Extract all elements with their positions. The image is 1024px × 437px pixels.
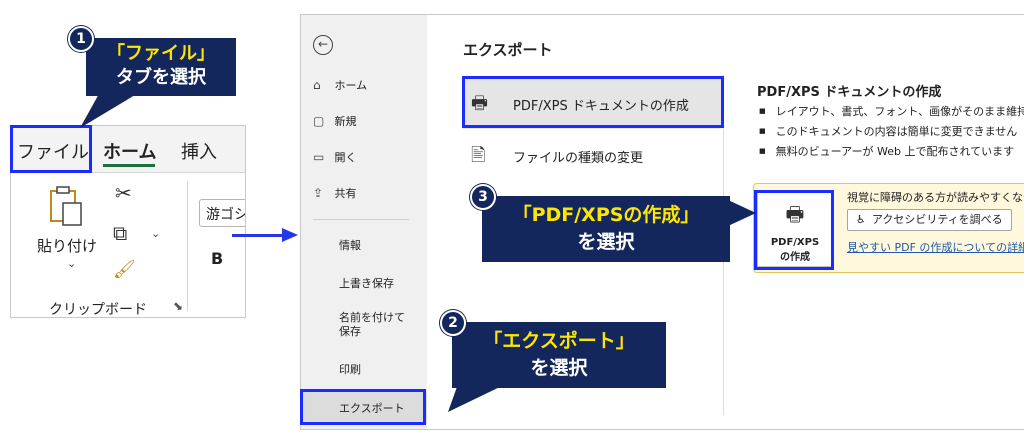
paste-icon[interactable] xyxy=(49,185,85,229)
format-painter-icon[interactable]: 🖌 xyxy=(113,259,136,280)
callout-step2-line2: を選択 xyxy=(530,357,588,379)
callout-step2-pointer xyxy=(448,384,506,412)
accessibility-text: 視覚に障碍のある方が読みやすくなるよう xyxy=(847,191,1024,204)
nav-item-print[interactable]: 印刷 xyxy=(339,361,361,377)
nav-item-share[interactable]: ⇪ 共有 xyxy=(313,185,357,201)
callout-step3-line1: 「PDF/XPSの作成」 xyxy=(512,204,700,226)
highlight-pdf-button xyxy=(754,190,834,270)
list-item: このドキュメントの内容は簡単に変更できません xyxy=(759,121,1024,141)
nav-item-save-as[interactable]: 名前を付けて 保存 xyxy=(339,311,405,339)
group-divider xyxy=(187,181,188,311)
callout-step3: 「PDF/XPSの作成」 を選択 xyxy=(482,196,730,262)
nav-item-label: ホーム xyxy=(334,79,368,92)
active-tab-indicator xyxy=(103,164,155,167)
step3-number-badge: 3 xyxy=(470,184,496,210)
pdf-help-link[interactable]: 見やすい PDF の作成についての詳細を見 xyxy=(847,239,1024,255)
paste-button-label[interactable]: 貼り付け xyxy=(37,235,97,256)
accessibility-icon: ♿ xyxy=(856,213,866,226)
step2-number-badge: 2 xyxy=(440,310,466,336)
ribbon-body: 貼り付け ⌄ ✂ ⧉ ⌄ 🖌 クリップボード ⬊ 游ゴシ B xyxy=(11,172,245,318)
chevron-down-icon[interactable]: ⌄ xyxy=(151,227,160,240)
option-label: ファイルの種類の変更 xyxy=(513,151,644,166)
nav-item-save[interactable]: 上書き保存 xyxy=(339,275,394,291)
pdf-bullet-list: レイアウト、書式、フォント、画像がそのまま維持されます このドキュメントの内容は… xyxy=(759,101,1024,161)
callout-step1-line1: 「ファイル」 xyxy=(107,43,215,64)
bold-button[interactable]: B xyxy=(211,249,223,268)
callout-step2-line1: 「エクスポート」 xyxy=(483,330,635,352)
copy-icon[interactable]: ⧉ xyxy=(113,221,127,245)
check-accessibility-button[interactable]: ♿ アクセシビリティを調べる xyxy=(847,209,1012,231)
nav-item-open[interactable]: ▭ 開く xyxy=(313,149,357,165)
nav-item-label: 開く xyxy=(334,151,357,164)
back-arrow-icon[interactable]: ← xyxy=(313,35,333,55)
highlight-export-nav xyxy=(300,389,426,425)
callout-step3-pointer xyxy=(728,200,756,226)
nav-item-label: 新規 xyxy=(334,115,357,128)
highlight-file-tab xyxy=(10,125,92,173)
list-item: 無料のビューアーが Web 上で配布されています xyxy=(759,141,1024,161)
file-type-icon: 🖹 xyxy=(471,145,486,166)
callout-step2: 「エクスポート」 を選択 xyxy=(452,322,666,388)
backstage-nav: ← ⌂ ホーム ▢ 新規 ▭ 開く ⇪ 共有 情報 上書き保存 名前を付けて 保… xyxy=(301,15,427,429)
tab-home[interactable]: ホーム xyxy=(103,138,156,164)
tab-insert[interactable]: 挿入 xyxy=(181,138,217,164)
arrow-shaft xyxy=(232,234,284,237)
highlight-pdf-option xyxy=(462,76,724,128)
page-title: エクスポート xyxy=(463,41,553,59)
share-icon: ⇪ xyxy=(313,186,324,200)
callout-step3-line2: を選択 xyxy=(577,231,635,253)
button-label: アクセシビリティを調べる xyxy=(871,213,1003,226)
clipboard-group-label: クリップボード xyxy=(49,302,147,318)
nav-divider xyxy=(313,219,409,220)
folder-icon: ▭ xyxy=(313,150,325,164)
dialog-launcher-icon[interactable]: ⬊ xyxy=(173,299,183,313)
pdf-section-title: PDF/XPS ドキュメントの作成 xyxy=(757,85,942,100)
option-change-file-type[interactable]: 🖹 ファイルの種類の変更 xyxy=(463,129,721,181)
list-item: レイアウト、書式、フォント、画像がそのまま維持されます xyxy=(759,101,1024,121)
nav-item-home[interactable]: ⌂ ホーム xyxy=(313,77,367,93)
step1-number-badge: 1 xyxy=(68,26,94,52)
nav-item-label: 共有 xyxy=(334,187,357,200)
new-document-icon: ▢ xyxy=(313,114,325,128)
font-name-box[interactable]: 游ゴシ xyxy=(199,199,245,227)
chevron-down-icon[interactable]: ⌄ xyxy=(67,257,76,270)
callout-step1: 「ファイル」 タブを選択 xyxy=(86,38,236,96)
nav-item-info[interactable]: 情報 xyxy=(339,237,361,253)
nav-item-new[interactable]: ▢ 新規 xyxy=(313,113,357,129)
callout-step1-line2: タブを選択 xyxy=(116,67,206,88)
home-icon: ⌂ xyxy=(313,78,321,92)
cut-icon[interactable]: ✂ xyxy=(115,181,132,205)
callout-step1-pointer xyxy=(80,92,140,128)
arrow-head-icon xyxy=(282,228,298,242)
